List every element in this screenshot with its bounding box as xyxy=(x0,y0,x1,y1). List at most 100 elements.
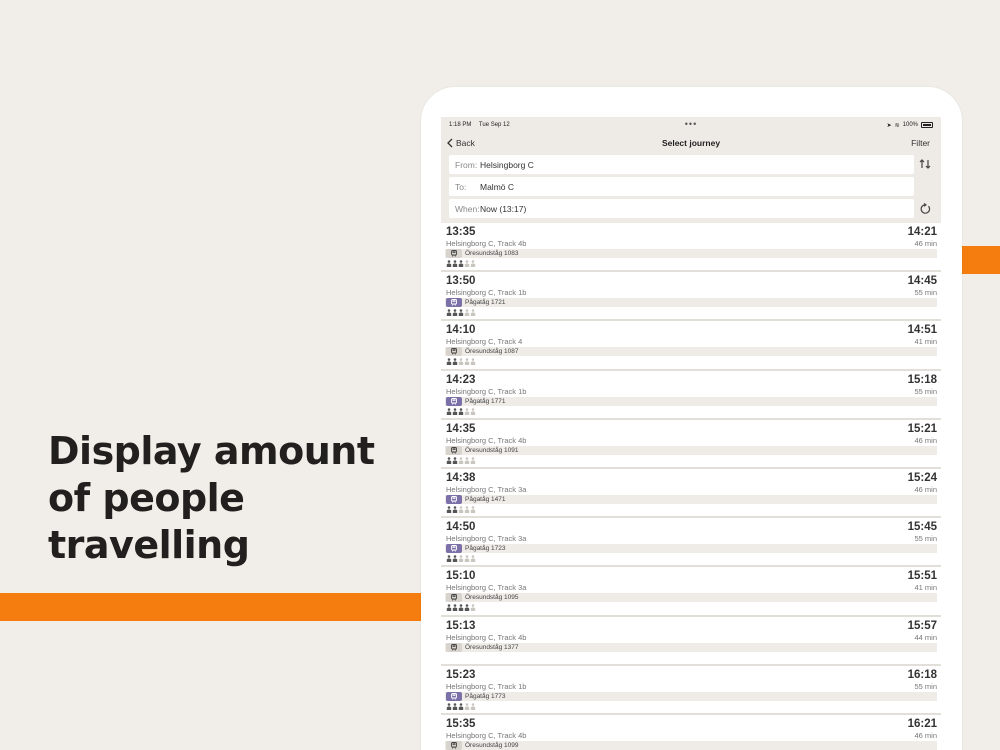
departure-track: Helsingborg C, Track 4b xyxy=(446,435,527,445)
line-bar: Öresundståg 1087 xyxy=(445,347,937,357)
arrival-time: 15:21 xyxy=(907,422,937,435)
from-field[interactable]: From: Helsingborg C xyxy=(449,155,914,174)
person-empty-icon xyxy=(470,604,476,612)
train-icon xyxy=(446,691,462,701)
line-bar: Öresundståg 1091 xyxy=(445,445,937,455)
from-value: Helsingborg C xyxy=(480,159,534,170)
person-empty-icon xyxy=(470,702,476,710)
crowd-indicator xyxy=(446,456,476,464)
arrival-time: 16:18 xyxy=(907,668,937,681)
person-empty-icon xyxy=(470,456,476,464)
journey-row[interactable]: 14:10 14:51 Helsingborg C, Track 4 41 min Ör… xyxy=(441,321,941,371)
crowd-indicator xyxy=(446,358,476,366)
crowd-indicator xyxy=(446,702,476,710)
accent-stripe-left xyxy=(0,593,422,621)
crowd-indicator xyxy=(446,604,476,612)
when-field[interactable]: When: Now (13:17) xyxy=(449,199,914,218)
filter-button[interactable]: Filter xyxy=(911,138,930,148)
departure-time: 15:23 xyxy=(446,668,476,681)
line-bar: Öresundståg 1083 xyxy=(445,249,937,258)
line-name: Öresundståg 1099 xyxy=(465,741,519,749)
headline-line-1: Display amount xyxy=(48,429,375,473)
journey-row[interactable]: 14:50 15:45 Helsingborg C, Track 3a 55 min P… xyxy=(441,518,941,568)
departure-time: 14:38 xyxy=(446,471,476,484)
departure-time: 14:10 xyxy=(446,324,476,337)
departure-time: 13:50 xyxy=(446,275,476,288)
line-name: Pågatåg 1773 xyxy=(465,692,506,700)
crowd-indicator xyxy=(446,506,476,513)
to-field[interactable]: To: Malmö C xyxy=(449,177,914,196)
journey-duration: 46 min xyxy=(914,435,937,445)
promo-headline: Display amount of people travelling xyxy=(48,428,388,569)
journey-duration: 46 min xyxy=(914,239,937,248)
departure-track: Helsingborg C, Track 4b xyxy=(446,730,527,740)
app-screen: 1:18 PM Tue Sep 12 ••• ➤ ≋ 100% Back Sel… xyxy=(441,117,941,750)
line-name: Öresundståg 1083 xyxy=(465,250,519,257)
status-bar: 1:18 PM Tue Sep 12 ••• ➤ ≋ 100% xyxy=(441,117,941,133)
from-label: From: xyxy=(455,159,478,170)
refresh-icon[interactable] xyxy=(917,201,933,217)
journey-row[interactable]: 15:13 15:57 Helsingborg C, Track 4b 44 min Ö… xyxy=(441,616,941,666)
person-empty-icon xyxy=(470,506,476,513)
journey-row[interactable]: 14:35 15:21 Helsingborg C, Track 4b 46 min Ö… xyxy=(441,419,941,469)
swap-icon[interactable] xyxy=(917,156,933,172)
train-icon xyxy=(446,249,462,258)
train-icon xyxy=(446,396,462,406)
arrival-time: 14:21 xyxy=(907,226,937,238)
journey-row[interactable]: 15:35 16:21 Helsingborg C, Track 4b 46 min Ö… xyxy=(441,714,941,750)
line-bar: Öresundståg 1377 xyxy=(445,642,937,652)
line-bar: Pågatåg 1721 xyxy=(445,298,937,308)
departure-time: 14:23 xyxy=(446,373,476,386)
location-icon: ➤ xyxy=(886,122,892,129)
status-time: 1:18 PM xyxy=(449,122,472,128)
journey-duration: 44 min xyxy=(914,632,937,642)
train-icon xyxy=(446,740,462,750)
journey-row[interactable]: 15:10 15:51 Helsingborg C, Track 3a 41 min Ö… xyxy=(441,567,941,617)
journey-duration: 41 min xyxy=(914,583,937,593)
crowd-indicator xyxy=(446,309,476,317)
journey-row[interactable]: 13:35 14:21 Helsingborg C, Track 4b 46 min Ö… xyxy=(441,223,941,273)
line-bar: Pågatåg 1723 xyxy=(445,544,937,554)
arrival-time: 15:24 xyxy=(907,471,937,484)
train-icon xyxy=(446,593,462,603)
departure-track: Helsingborg C, Track 3a xyxy=(446,583,527,593)
departure-track: Helsingborg C, Track 1b xyxy=(446,681,527,691)
journey-duration: 46 min xyxy=(914,484,937,494)
departure-track: Helsingborg C, Track 4 xyxy=(446,337,523,347)
line-bar: Pågatåg 1773 xyxy=(445,691,937,701)
journey-row[interactable]: 15:23 16:18 Helsingborg C, Track 1b 55 min P… xyxy=(441,665,941,715)
departure-time: 13:35 xyxy=(446,226,476,238)
line-bar: Öresundståg 1099 xyxy=(445,740,937,750)
line-bar: Pågatåg 1471 xyxy=(445,494,937,504)
journey-duration: 46 min xyxy=(914,730,937,740)
departure-time: 15:35 xyxy=(446,717,476,730)
departure-track: Helsingborg C, Track 3a xyxy=(446,534,527,544)
page-title: Select journey xyxy=(661,138,721,148)
line-name: Pågatåg 1723 xyxy=(465,545,506,553)
arrival-time: 15:57 xyxy=(907,619,937,632)
battery-percent: 100% xyxy=(902,122,918,128)
train-icon xyxy=(446,642,462,652)
line-name: Öresundståg 1377 xyxy=(465,643,519,651)
nav-bar: Back Select journey Filter xyxy=(441,133,941,153)
line-name: Pågatåg 1721 xyxy=(465,299,506,307)
journey-duration: 55 min xyxy=(914,681,937,691)
multitask-dots[interactable]: ••• xyxy=(685,119,697,129)
line-name: Pågatåg 1771 xyxy=(465,397,506,405)
journey-row[interactable]: 14:38 15:24 Helsingborg C, Track 3a 46 min P… xyxy=(441,468,941,519)
departure-track: Helsingborg C, Track 3a xyxy=(446,484,527,494)
journey-duration: 41 min xyxy=(914,337,937,347)
journey-duration: 55 min xyxy=(914,386,937,396)
journey-row[interactable]: 13:50 14:45 Helsingborg C, Track 1b 55 min P… xyxy=(441,272,941,322)
departure-time: 15:10 xyxy=(446,570,476,583)
when-label: When: xyxy=(455,203,480,214)
to-label: To: xyxy=(455,181,467,192)
journey-duration: 55 min xyxy=(914,534,937,544)
line-name: Öresundståg 1087 xyxy=(465,348,519,356)
wifi-icon: ≋ xyxy=(894,122,900,129)
train-icon xyxy=(446,347,462,357)
train-icon xyxy=(446,544,462,554)
battery-icon xyxy=(921,122,933,128)
journey-row[interactable]: 14:23 15:18 Helsingborg C, Track 1b 55 min P… xyxy=(441,370,941,420)
train-icon xyxy=(446,298,462,308)
